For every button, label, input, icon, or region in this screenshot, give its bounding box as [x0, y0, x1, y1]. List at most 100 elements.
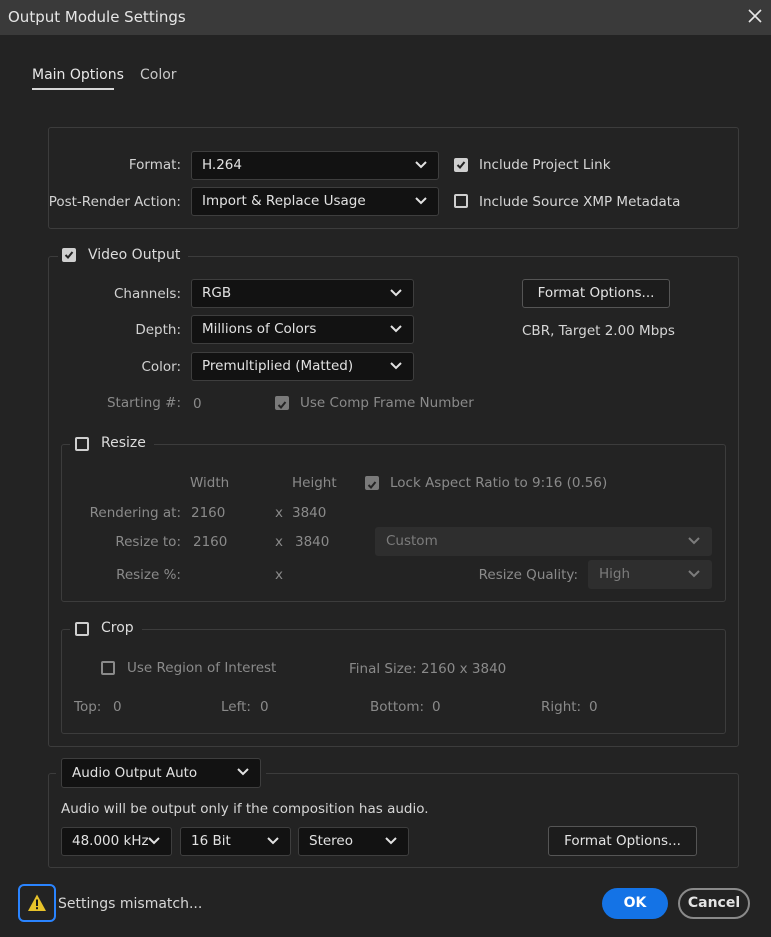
chevron-down-icon: [688, 570, 700, 578]
channels-value: RGB: [202, 285, 232, 301]
crop-title: Crop: [101, 620, 134, 636]
checkmark-icon: [277, 401, 287, 409]
audio-bits-dropdown[interactable]: 16 Bit: [180, 827, 291, 856]
resize-quality-value: High: [599, 566, 631, 582]
include-project-link-label: Include Project Link: [479, 157, 611, 173]
checkmark-icon: [64, 251, 74, 259]
resize-quality-label: Resize Quality:: [478, 567, 578, 583]
audio-bits-value: 16 Bit: [191, 833, 231, 849]
crop-bottom-value[interactable]: 0: [432, 699, 441, 715]
chevron-down-icon: [267, 837, 279, 845]
resize-percent-label: Resize %:: [116, 567, 181, 583]
lock-aspect-label: Lock Aspect Ratio to 9:16 (0.56): [390, 475, 608, 491]
video-format-options-button[interactable]: Format Options...: [522, 279, 670, 308]
crop-checkbox[interactable]: [75, 622, 89, 636]
rendering-x: x: [275, 505, 283, 521]
crop-bottom-label: Bottom:: [370, 699, 425, 715]
cancel-button[interactable]: Cancel: [678, 888, 750, 919]
include-xmp-label: Include Source XMP Metadata: [479, 194, 681, 210]
format-value: H.264: [202, 157, 242, 173]
post-render-value: Import & Replace Usage: [202, 193, 366, 209]
chevron-down-icon: [688, 537, 700, 545]
chevron-down-icon: [390, 289, 402, 297]
audio-rate-dropdown[interactable]: 48.000 kHz: [61, 827, 172, 856]
color-label: Color:: [141, 359, 181, 375]
include-project-link-checkbox[interactable]: [454, 158, 468, 172]
depth-dropdown[interactable]: Millions of Colors: [191, 315, 414, 344]
video-output-header: Video Output: [58, 246, 189, 266]
starting-frame-label: Starting #:: [106, 395, 181, 411]
depth-value: Millions of Colors: [202, 321, 317, 337]
use-comp-frame-label: Use Comp Frame Number: [300, 395, 474, 411]
audio-output-value: Audio Output Auto: [72, 765, 198, 781]
channels-label: Channels:: [113, 286, 181, 302]
resize-to-label: Resize to:: [115, 534, 181, 550]
color-dropdown[interactable]: Premultiplied (Matted): [191, 352, 414, 381]
starting-frame-value[interactable]: 0: [193, 396, 202, 412]
channels-dropdown[interactable]: RGB: [191, 279, 414, 308]
use-comp-frame-checkbox[interactable]: [275, 396, 289, 410]
resize-x: x: [275, 534, 283, 550]
video-format-info: CBR, Target 2.00 Mbps: [522, 323, 675, 339]
include-xmp-checkbox[interactable]: [454, 194, 468, 208]
video-output-checkbox[interactable]: [62, 248, 76, 262]
post-render-dropdown[interactable]: Import & Replace Usage: [191, 187, 439, 216]
chevron-down-icon: [385, 837, 397, 845]
chevron-down-icon: [390, 325, 402, 333]
lock-aspect-checkbox[interactable]: [365, 476, 379, 490]
chevron-down-icon: [390, 362, 402, 370]
chevron-down-icon: [148, 837, 160, 845]
crop-header: Crop: [70, 619, 142, 639]
checkmark-icon: [456, 161, 466, 169]
resize-preset-value: Custom: [386, 533, 438, 549]
warning-button[interactable]: [18, 884, 56, 922]
resize-quality-dropdown[interactable]: High: [588, 560, 712, 589]
final-size: Final Size: 2160 x 3840: [349, 661, 507, 677]
depth-label: Depth:: [135, 322, 181, 338]
resize-percent-x: x: [275, 567, 283, 583]
rendering-height: 3840: [292, 505, 327, 521]
warning-text[interactable]: Settings mismatch...: [58, 896, 202, 912]
width-header: Width: [190, 475, 230, 491]
crop-right-value[interactable]: 0: [589, 699, 598, 715]
post-render-label: Post-Render Action:: [48, 194, 181, 210]
height-header: Height: [292, 475, 337, 491]
crop-left-value[interactable]: 0: [260, 699, 269, 715]
resize-height-input[interactable]: 3840: [295, 534, 329, 550]
rendering-width: 2160: [191, 505, 226, 521]
window-title: Output Module Settings: [8, 8, 186, 26]
checkmark-icon: [367, 481, 377, 489]
resize-title: Resize: [101, 435, 146, 451]
audio-channels-value: Stereo: [309, 833, 353, 849]
crop-panel: [61, 629, 726, 734]
audio-rate-value: 48.000 kHz: [72, 833, 149, 849]
tab-color[interactable]: Color: [140, 67, 177, 83]
audio-format-options-button[interactable]: Format Options...: [548, 826, 697, 856]
rendering-at-label: Rendering at:: [89, 505, 181, 521]
chevron-down-icon: [237, 768, 249, 776]
resize-width-input[interactable]: 2160: [193, 534, 227, 550]
close-icon[interactable]: [745, 6, 765, 26]
crop-right-label: Right:: [541, 699, 582, 715]
warning-icon: [28, 894, 46, 911]
use-roi-label: Use Region of Interest: [127, 660, 277, 676]
crop-left-label: Left:: [221, 699, 251, 715]
resize-preset-dropdown[interactable]: Custom: [375, 527, 712, 556]
ok-button[interactable]: OK: [602, 888, 668, 919]
resize-header: Resize: [70, 434, 154, 454]
tab-underline: [32, 88, 114, 90]
format-label: Format:: [128, 157, 181, 173]
audio-note: Audio will be output only if the composi…: [61, 801, 429, 817]
video-output-title: Video Output: [88, 247, 181, 263]
tab-main-options[interactable]: Main Options: [32, 67, 124, 83]
audio-output-dropdown[interactable]: Audio Output Auto: [61, 758, 261, 788]
chevron-down-icon: [415, 161, 427, 169]
use-roi-checkbox[interactable]: [101, 661, 115, 675]
chevron-down-icon: [415, 197, 427, 205]
crop-top-label: Top:: [74, 699, 102, 715]
color-value: Premultiplied (Matted): [202, 358, 354, 374]
resize-checkbox[interactable]: [75, 437, 89, 451]
audio-channels-dropdown[interactable]: Stereo: [298, 827, 409, 856]
crop-top-value[interactable]: 0: [113, 699, 122, 715]
format-dropdown[interactable]: H.264: [191, 151, 439, 180]
